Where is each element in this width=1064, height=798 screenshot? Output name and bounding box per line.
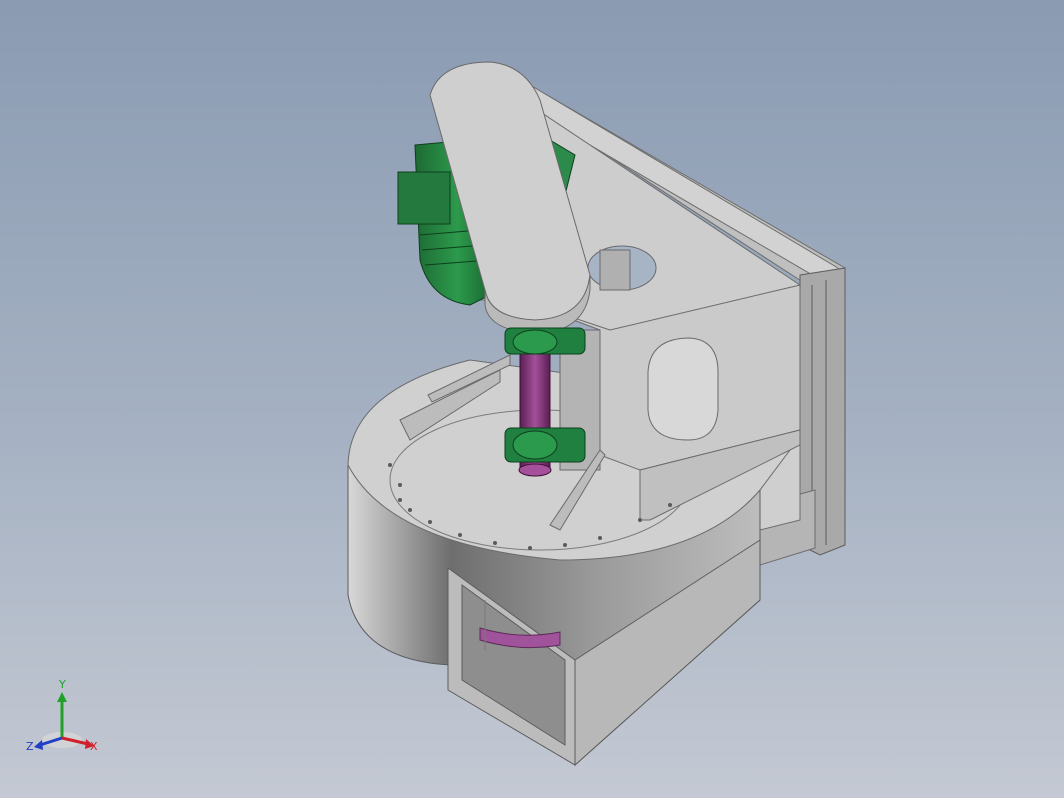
cad-viewport[interactable]: Y X Z bbox=[0, 0, 1064, 798]
y-axis-arrow-icon bbox=[57, 692, 67, 702]
pedestal-cutout bbox=[647, 337, 719, 441]
fan-assembly-model[interactable] bbox=[0, 0, 1064, 798]
upper-bearing bbox=[504, 327, 586, 355]
y-axis-label: Y bbox=[59, 678, 66, 691]
z-axis-label: Z bbox=[26, 740, 34, 753]
orientation-triad[interactable]: Y X Z bbox=[24, 678, 114, 760]
x-axis-label: X bbox=[90, 740, 98, 753]
terminal-box bbox=[397, 171, 451, 225]
z-axis-arrow-icon bbox=[34, 740, 43, 750]
